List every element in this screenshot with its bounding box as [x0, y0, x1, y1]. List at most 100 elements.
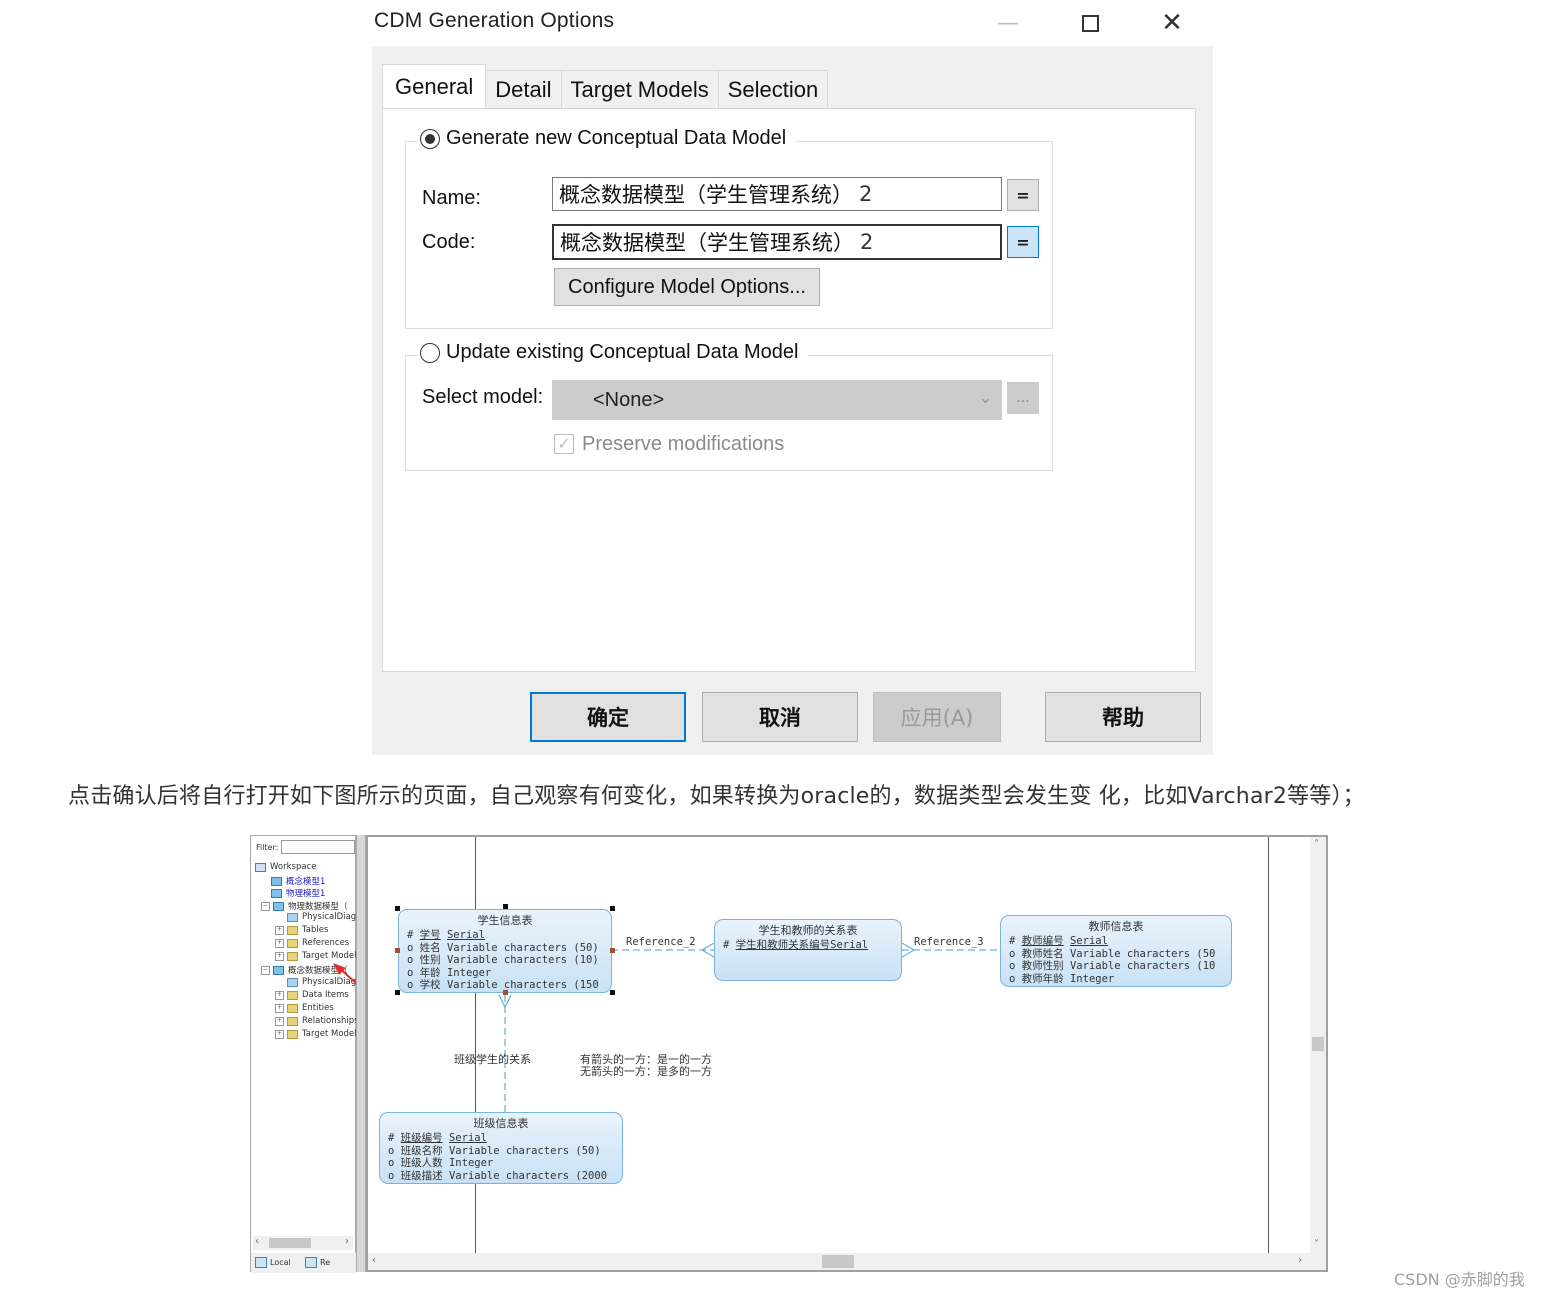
selection-handle[interactable]: [610, 990, 615, 995]
preserve-modifications-checkbox[interactable]: ✓: [554, 434, 574, 454]
diagram-area: 学生信息表 # 学号 Serial o 姓名 Variable characte…: [368, 837, 1312, 1253]
expand-icon[interactable]: +: [275, 1003, 284, 1013]
update-radio[interactable]: Update existing Conceptual Data Model: [418, 341, 809, 364]
collapse-icon[interactable]: −: [261, 965, 270, 975]
tab-repository[interactable]: Re: [305, 1257, 330, 1268]
selection-handle[interactable]: [503, 990, 508, 995]
tree-item[interactable]: + Entities: [275, 1003, 334, 1013]
diagram-canvas[interactable]: 学生信息表 # 学号 Serial o 姓名 Variable characte…: [366, 835, 1328, 1272]
tree-item[interactable]: − 物理数据模型（: [261, 900, 348, 912]
selection-handle[interactable]: [395, 948, 400, 953]
cancel-button[interactable]: 取消: [702, 692, 858, 742]
expand-icon[interactable]: +: [275, 925, 284, 935]
code-value: 概念数据模型（学生管理系统）: [560, 231, 854, 255]
scroll-up-icon[interactable]: ˄: [1314, 839, 1319, 850]
code-label: Code:: [422, 231, 476, 253]
note-line-2: 无箭头的一方：是多的一方: [580, 1065, 712, 1078]
tree-item[interactable]: PhysicalDiagr: [287, 912, 360, 922]
select-model-dropdown[interactable]: <None> ⌄: [552, 380, 1002, 420]
expand-icon[interactable]: +: [275, 1029, 284, 1039]
browser-tabs: Local Re: [251, 1253, 357, 1273]
tree-item[interactable]: + References: [275, 938, 349, 948]
tree-item[interactable]: 物理模型1: [271, 887, 325, 899]
tab-general[interactable]: General: [382, 64, 487, 108]
apply-button[interactable]: 应用(A): [873, 692, 1001, 742]
scroll-down-icon[interactable]: ˅: [1314, 1239, 1319, 1250]
name-value: 概念数据模型（学生管理系统）: [559, 183, 853, 207]
tab-detail[interactable]: Detail: [485, 70, 562, 108]
pane-splitter[interactable]: [356, 835, 366, 1272]
entity-title: 学生信息表: [477, 914, 533, 927]
entity-title: 班级信息表: [473, 1117, 529, 1130]
generate-radio[interactable]: Generate new Conceptual Data Model: [418, 127, 797, 150]
selection-handle[interactable]: [395, 990, 400, 995]
scroll-thumb[interactable]: [1312, 1037, 1324, 1051]
minimize-icon: —: [997, 10, 1019, 36]
expand-icon[interactable]: +: [275, 990, 284, 1000]
local-icon: [255, 1257, 267, 1268]
tree-item-workspace[interactable]: Workspace: [255, 862, 316, 872]
radio-unselected-icon: [420, 342, 440, 363]
expand-icon[interactable]: +: [275, 1016, 284, 1026]
maximize-button[interactable]: [1070, 8, 1110, 38]
reference-2-label: Reference_2: [626, 936, 696, 948]
code-input[interactable]: 概念数据模型（学生管理系统） 2: [552, 224, 1002, 260]
entity-attribute: # 学生和教师关系编号Serial: [723, 939, 869, 951]
collapse-icon[interactable]: −: [261, 901, 270, 911]
entity-attribute: o 姓名 Variable characters (50): [407, 941, 599, 954]
tab-local[interactable]: Local: [255, 1257, 291, 1268]
tab-target-models[interactable]: Target Models: [560, 70, 719, 108]
selection-handle[interactable]: [395, 906, 400, 911]
canvas-horizontal-scrollbar[interactable]: ‹ ›: [368, 1253, 1326, 1270]
minimize-button[interactable]: —: [988, 8, 1028, 38]
tree-item[interactable]: + Tables: [275, 925, 328, 935]
select-model-label: Select model:: [422, 386, 544, 408]
folder-icon: [287, 1003, 298, 1013]
close-button[interactable]: ✕: [1152, 8, 1192, 38]
model-icon: [271, 888, 282, 898]
entity-class[interactable]: 班级信息表 # 班级编号 Serial o 班级名称 Variable char…: [379, 1112, 623, 1184]
select-model-value: <None>: [593, 388, 665, 411]
browse-model-button[interactable]: ...: [1007, 382, 1039, 414]
code-sync-button[interactable]: =: [1007, 226, 1039, 258]
entity-title: 教师信息表: [1088, 920, 1144, 933]
filter-input[interactable]: [281, 840, 355, 854]
tab-selection[interactable]: Selection: [717, 70, 829, 108]
ok-button[interactable]: 确定: [530, 692, 686, 742]
entity-attribute: o 教师性别 Variable characters (10: [1009, 960, 1216, 972]
tree-item[interactable]: 概念模型1: [271, 875, 325, 887]
entity-attribute: o 班级人数 Integer: [388, 1157, 494, 1169]
configure-model-options-button[interactable]: Configure Model Options...: [554, 268, 820, 306]
tree-item[interactable]: + Target Models: [275, 1029, 361, 1039]
selection-handle[interactable]: [610, 906, 615, 911]
browser-horizontal-scrollbar[interactable]: ‹ ›: [253, 1236, 353, 1250]
folder-icon: [287, 938, 298, 948]
selection-handle[interactable]: [503, 904, 508, 909]
entity-student-teacher-relation[interactable]: 学生和教师的关系表 # 学生和教师关系编号Serial: [714, 919, 902, 981]
name-sync-button[interactable]: =: [1007, 179, 1039, 211]
entity-student[interactable]: 学生信息表 # 学号 Serial o 姓名 Variable characte…: [398, 909, 612, 993]
scroll-right-icon[interactable]: ›: [345, 1236, 349, 1247]
scroll-left-icon[interactable]: ‹: [255, 1236, 259, 1247]
scroll-left-icon[interactable]: ‹: [372, 1255, 376, 1266]
diagram-icon: [287, 912, 298, 922]
chevron-down-icon: ⌄: [977, 387, 993, 407]
entity-attribute: o 教师姓名 Variable characters (50: [1009, 947, 1216, 960]
dialog-body: General Detail Target Models Selection G…: [372, 46, 1213, 755]
scroll-thumb[interactable]: [269, 1238, 311, 1248]
diagram-icon: [287, 977, 298, 987]
entity-teacher[interactable]: 教师信息表 # 教师编号 Serial o 教师姓名 Variable char…: [1000, 915, 1232, 987]
expand-icon[interactable]: +: [275, 951, 284, 961]
scroll-right-icon[interactable]: ›: [1298, 1255, 1302, 1266]
entity-attribute: o 教师年龄 Integer: [1009, 972, 1115, 985]
folder-icon: [287, 925, 298, 935]
name-input[interactable]: 概念数据模型（学生管理系统） 2: [552, 177, 1002, 211]
canvas-vertical-scrollbar[interactable]: ˄ ˅: [1310, 837, 1326, 1253]
entity-title: 学生和教师的关系表: [758, 924, 858, 937]
model-icon: [273, 965, 284, 975]
scroll-thumb[interactable]: [822, 1255, 854, 1268]
help-button[interactable]: 帮助: [1045, 692, 1201, 742]
entity-attribute: o 年龄 Integer: [407, 966, 492, 979]
expand-icon[interactable]: +: [275, 938, 284, 948]
selection-handle[interactable]: [610, 948, 615, 953]
